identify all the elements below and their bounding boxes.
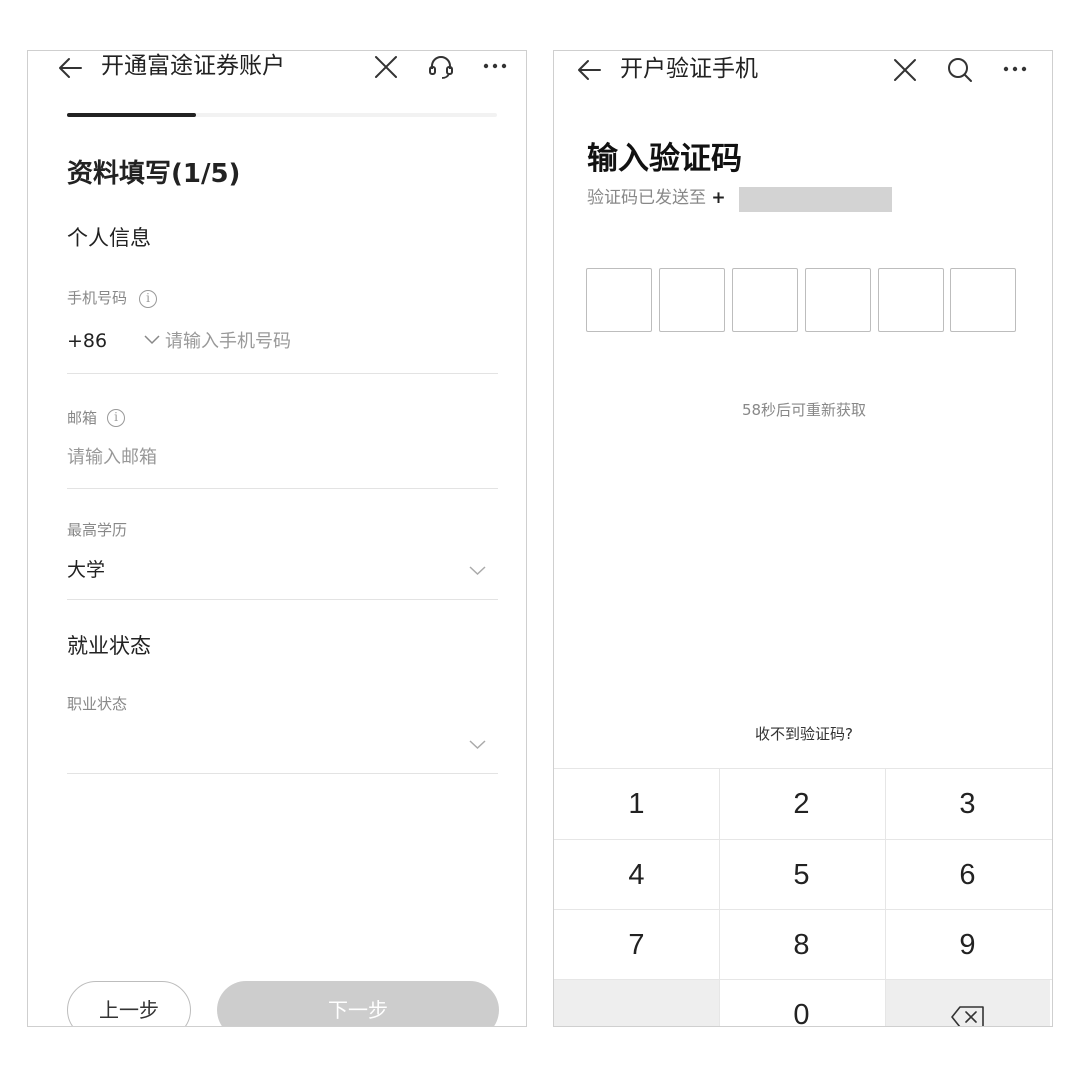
chevron-down-icon[interactable] [469,566,486,576]
key-8[interactable]: 8 [719,910,884,980]
info-icon[interactable]: i [139,290,157,308]
key-2[interactable]: 2 [719,769,884,839]
form-step-heading: 资料填写(1/5) [67,159,241,189]
page-title: 开通富途证券账户 [101,53,285,79]
key-1[interactable]: 1 [554,769,719,839]
section-employment: 就业状态 [67,634,151,658]
phone-prefix: + [711,188,726,208]
phone-label: 手机号码 [67,289,128,307]
email-input[interactable]: 请输入邮箱 [67,449,157,467]
code-sent-text: 验证码已发送至 + [587,190,726,207]
code-digit-box[interactable] [732,268,798,332]
occupation-label: 职业状态 [67,695,128,713]
key-3[interactable]: 3 [885,769,1050,839]
code-sent-label: 验证码已发送至 [587,188,706,208]
country-code-select[interactable]: +86 [67,332,107,351]
next-step-button[interactable]: 下一步 [217,981,499,1026]
more-dots-icon[interactable] [483,61,507,71]
key-4[interactable]: 4 [554,840,719,910]
divider [67,373,498,374]
education-select[interactable]: 大学 [67,561,105,580]
no-code-link[interactable]: 收不到验证码? [554,727,1052,742]
code-digit-box[interactable] [878,268,944,332]
email-label: 邮箱 [67,409,98,427]
code-digit-box[interactable] [950,268,1016,332]
search-icon[interactable] [946,56,974,84]
key-0[interactable]: 0 [719,980,884,1026]
code-digit-box[interactable] [659,268,725,332]
keypad-divider [719,769,720,1026]
resend-countdown: 58秒后可重新获取 [741,401,867,419]
key-9[interactable]: 9 [885,910,1050,980]
code-digit-box[interactable] [805,268,871,332]
back-arrow-icon[interactable] [56,54,84,82]
chevron-down-icon[interactable] [469,740,486,750]
back-arrow-icon[interactable] [575,56,603,84]
close-icon[interactable] [892,57,918,83]
verify-heading: 输入验证码 [587,141,742,177]
divider [67,599,498,600]
keypad-divider [554,909,1052,910]
keypad-divider [554,839,1052,840]
key-blank [554,980,719,1026]
progress-bar [67,113,497,117]
phone-input[interactable]: 请输入手机号码 [165,333,291,351]
key-5[interactable]: 5 [719,840,884,910]
code-digit-box[interactable] [586,268,652,332]
headset-icon[interactable] [427,53,455,81]
account-form-screen: 开通富途证券账户 资料填写(1/5) 个人信息 手机号码 i +86 请输入手机… [27,50,527,1027]
key-7[interactable]: 7 [554,910,719,980]
keypad-divider [554,979,1052,980]
backspace-icon [951,1006,984,1026]
divider [67,488,498,489]
redacted-phone-number [739,187,892,212]
page-title: 开户验证手机 [620,56,758,82]
progress-fill [67,113,196,117]
prev-step-button[interactable]: 上一步 [67,981,191,1026]
divider [67,773,498,774]
education-label: 最高学历 [67,521,128,539]
more-dots-icon[interactable] [1003,64,1027,74]
keypad-divider [885,769,886,1026]
numeric-keypad: 1 2 3 4 5 6 7 8 9 0 [554,768,1052,1026]
key-6[interactable]: 6 [885,840,1050,910]
close-icon[interactable] [373,54,399,80]
key-backspace[interactable] [885,980,1050,1026]
section-personal-info: 个人信息 [67,226,151,250]
chevron-down-icon[interactable] [144,335,160,345]
info-icon[interactable]: i [107,409,125,427]
verify-phone-screen: 开户验证手机 输入验证码 验证码已发送至 + 58秒后可重新获取 收不到验证码?… [553,50,1053,1027]
